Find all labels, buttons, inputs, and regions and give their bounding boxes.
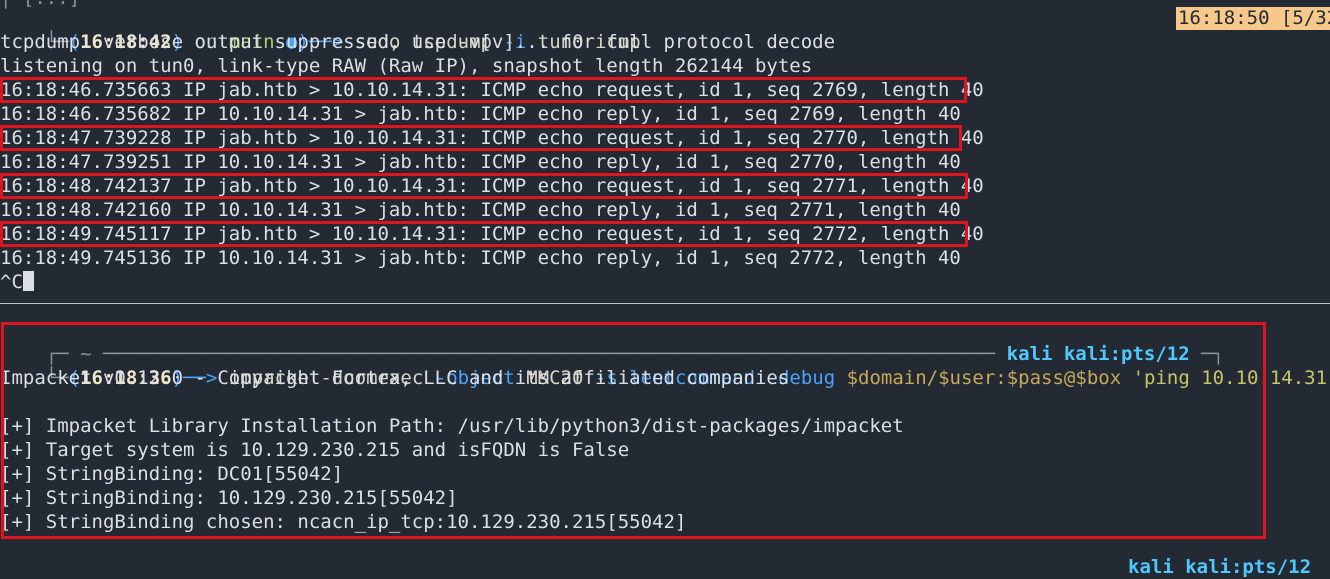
command-string: 'ping 10.10.14.31' [1132,367,1330,389]
output-line: [+] StringBinding chosen: ncacn_ip_tcp:1… [0,511,687,533]
pane-divider[interactable] [0,303,1330,304]
output-line: [+] Impacket Library Installation Path: … [0,415,904,437]
packet-line-request: 16:18:48.742137 IP jab.htb > 10.10.14.31… [0,175,984,197]
packet-line-reply: 16:18:47.739251 IP 10.10.14.31 > jab.htb… [0,151,961,173]
terminal-pane-tcpdump[interactable]: ┌─[...]─────────────────────────────────… [0,0,1330,300]
prompt-line-tcpdump: └─(16:18:42) on main ●)──> sudo tcpdump … [45,31,641,53]
footer-user: kali [1128,556,1174,578]
next-prompt-header: kali kali:pts/12 [1128,555,1311,579]
command-target: $domain/$user:$pass@$box [835,367,1133,389]
packet-line-reply: 16:18:48.742160 IP 10.10.14.31 > jab.htb… [0,199,961,221]
terminal-cursor [22,271,34,291]
output-line: tcpdump: verbose output suppressed, use … [0,31,836,53]
packet-line-request: 16:18:49.745117 IP jab.htb > 10.10.14.31… [0,223,984,245]
prompt-header-line: ┌─ ~ ───────────────────────────────────… [45,343,1225,365]
interrupt-text: ^C [0,271,23,293]
output-line: Impacket v0.12.0 - Copyright Fortra, LLC… [0,367,790,389]
packet-line-request: 16:18:46.735663 IP jab.htb > 10.10.14.31… [0,79,984,101]
packet-line-request: 16:18:47.739228 IP jab.htb > 10.10.14.31… [0,127,984,149]
interrupt-line: ^C [0,270,34,294]
terminal-pane-impacket[interactable]: ┌─ ~ ───────────────────────────────────… [0,306,1330,570]
output-line: [+] StringBinding: 10.129.230.215[55042] [0,487,458,509]
clock-badge: 16:18:50 [5/32] [1176,7,1330,30]
output-line: [+] StringBinding: DC01[55042] [0,463,344,485]
output-line: listening on tun0, link-type RAW (Raw IP… [0,55,813,77]
footer-tty: kali:pts/12 [1173,556,1312,578]
prompt-line-impacket: └─(16:18:36)──> impacket-dcomexec -objec… [0,342,1330,389]
output-line: [+] Target system is 10.129.230.215 and … [0,439,630,461]
packet-line-reply: 16:18:46.735682 IP 10.10.14.31 > jab.htb… [0,103,961,125]
packet-line-reply: 16:18:49.745136 IP 10.10.14.31 > jab.htb… [0,247,961,269]
